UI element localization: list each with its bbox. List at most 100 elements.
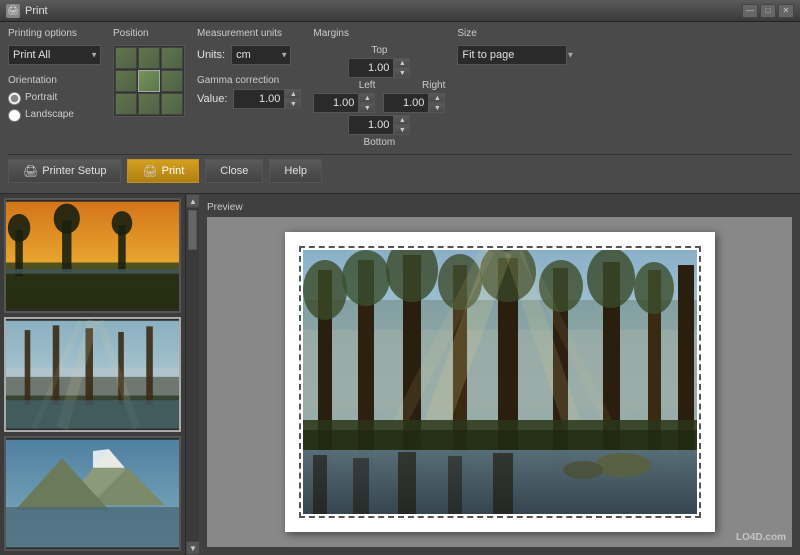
size-group: Size Fit to page Original size Custom	[457, 28, 577, 65]
size-select[interactable]: Fit to page Original size Custom	[457, 45, 567, 65]
units-select[interactable]: cm in mm	[231, 45, 291, 65]
margin-right-down[interactable]: ▼	[429, 103, 445, 113]
pos-cell-tl[interactable]	[115, 47, 137, 69]
portrait-radio-item[interactable]: Portrait	[8, 92, 101, 105]
printer-setup-icon: 🖨	[23, 164, 38, 178]
margin-top-up[interactable]: ▲	[394, 58, 410, 68]
units-label: Units:	[197, 49, 225, 61]
landscape-radio-item[interactable]: Landscape	[8, 109, 101, 122]
margin-right-btns: ▲ ▼	[429, 93, 445, 113]
pos-cell-bc[interactable]	[138, 93, 160, 115]
margin-top-spinner: ▲ ▼	[348, 58, 410, 78]
pos-cell-ml[interactable]	[115, 70, 137, 92]
portrait-radio[interactable]	[8, 92, 21, 105]
thumbnail-section: ▲ ▼	[0, 194, 199, 555]
close-button[interactable]: ✕	[778, 4, 794, 18]
scroll-track	[186, 208, 199, 541]
scroll-up-btn[interactable]: ▲	[186, 194, 200, 208]
margin-left-btns: ▲ ▼	[359, 93, 375, 113]
scroll-down-btn[interactable]: ▼	[186, 541, 200, 555]
units-select-wrapper: cm in mm	[231, 45, 291, 65]
position-label: Position	[113, 28, 185, 39]
margin-left-input[interactable]	[313, 93, 359, 113]
portrait-label: Portrait	[25, 92, 57, 103]
thumbnail-scrollbar[interactable]: ▲ ▼	[185, 194, 199, 555]
margin-right-col: Right ▲ ▼	[383, 80, 445, 113]
measurement-group: Measurement units Units: cm in mm Gamma …	[197, 28, 301, 109]
scroll-thumb[interactable]	[188, 210, 197, 250]
pos-cell-br[interactable]	[161, 93, 183, 115]
margin-right-input[interactable]	[383, 93, 429, 113]
margin-left-down[interactable]: ▼	[359, 103, 375, 113]
margin-right-up[interactable]: ▲	[429, 93, 445, 103]
margin-top-down[interactable]: ▼	[394, 68, 410, 78]
print-button[interactable]: 🖨 Print	[127, 159, 199, 183]
margin-bottom-label: Bottom	[364, 137, 396, 148]
margin-bottom-input[interactable]	[348, 115, 394, 135]
maximize-button[interactable]: □	[760, 4, 776, 18]
pos-cell-tc[interactable]	[138, 47, 160, 69]
margin-bottom-up[interactable]: ▲	[394, 115, 410, 125]
thumbnail-list[interactable]	[0, 194, 185, 555]
pos-cell-mc[interactable]	[138, 70, 160, 92]
close-label: Close	[220, 165, 248, 177]
margin-top-row: Top	[371, 45, 387, 56]
buttons-row: 🖨 Printer Setup 🖨 Print Close Help	[8, 154, 792, 187]
watermark-text: LO4D.com	[736, 532, 786, 543]
pos-cell-tr[interactable]	[161, 47, 183, 69]
minimize-button[interactable]: —	[742, 4, 758, 18]
printing-options-wrapper: Print All Print Selected Print Current	[8, 45, 101, 65]
preview-image	[303, 250, 697, 514]
gamma-spinner: ▲ ▼	[233, 89, 301, 109]
margin-middle-row: Left ▲ ▼ Right	[313, 80, 445, 113]
gamma-value-label: Value:	[197, 93, 227, 105]
size-label: Size	[457, 28, 577, 39]
preview-page	[285, 232, 715, 532]
units-row: Units: cm in mm	[197, 45, 301, 65]
help-label: Help	[284, 165, 307, 177]
bottom-panel: ▲ ▼ Preview	[0, 194, 800, 555]
print-label: Print	[162, 165, 185, 177]
margin-left-label: Left	[359, 80, 376, 91]
margin-bottom-down[interactable]: ▼	[394, 125, 410, 135]
printing-options-label: Printing options	[8, 28, 101, 39]
margin-top-label: Top	[371, 45, 387, 56]
controls-row: Printing options Print All Print Selecte…	[8, 28, 792, 148]
pos-cell-mr[interactable]	[161, 70, 183, 92]
gamma-spinner-buttons: ▲ ▼	[285, 89, 301, 109]
margin-right-label: Right	[422, 80, 445, 91]
preview-label: Preview	[207, 202, 792, 213]
printing-options-group: Printing options Print All Print Selecte…	[8, 28, 101, 122]
margins-group: Margins Top ▲ ▼	[313, 28, 445, 148]
size-select-wrapper: Fit to page Original size Custom	[457, 45, 577, 65]
position-group: Position	[113, 28, 185, 117]
margin-left-up[interactable]: ▲	[359, 93, 375, 103]
landscape-radio[interactable]	[8, 109, 21, 122]
gamma-input[interactable]	[233, 89, 285, 109]
gamma-group: Gamma correction Value: ▲ ▼	[197, 75, 301, 109]
printing-options-select[interactable]: Print All Print Selected Print Current	[8, 45, 101, 65]
margin-top-input[interactable]	[348, 58, 394, 78]
title-bar-icon: 🖨	[6, 4, 20, 18]
margin-right-spinner: ▲ ▼	[383, 93, 445, 113]
gamma-down-btn[interactable]: ▼	[285, 99, 301, 109]
position-grid	[113, 45, 185, 117]
gamma-value-row: Value: ▲ ▼	[197, 89, 301, 109]
main-content: Printing options Print All Print Selecte…	[0, 22, 800, 555]
gamma-label: Gamma correction	[197, 75, 301, 86]
title-bar-buttons: — □ ✕	[742, 4, 794, 18]
thumb-image-2	[6, 319, 179, 430]
thumb-item-2[interactable]	[4, 317, 181, 432]
title-bar: 🖨 Print — □ ✕	[0, 0, 800, 22]
thumb-item-1[interactable]	[4, 198, 181, 313]
margins-layout: Top ▲ ▼ Left	[313, 45, 445, 148]
thumb-item-3[interactable]	[4, 436, 181, 551]
gamma-up-btn[interactable]: ▲	[285, 89, 301, 99]
printer-setup-button[interactable]: 🖨 Printer Setup	[8, 159, 121, 183]
close-button[interactable]: Close	[205, 159, 263, 183]
margin-bottom-btns: ▲ ▼	[394, 115, 410, 135]
pos-cell-bl[interactable]	[115, 93, 137, 115]
landscape-label: Landscape	[25, 109, 74, 120]
help-button[interactable]: Help	[269, 159, 322, 183]
thumb-image-1	[6, 200, 179, 311]
